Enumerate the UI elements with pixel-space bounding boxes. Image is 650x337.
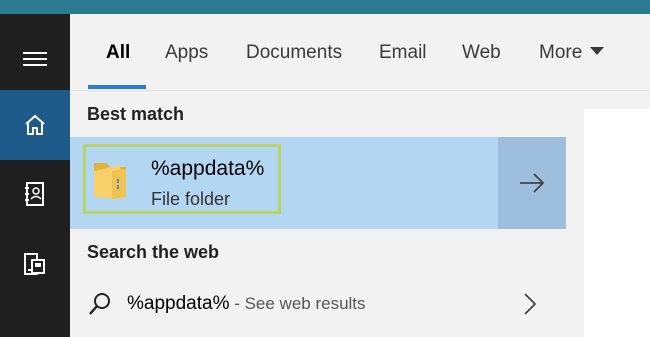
best-match-header: Best match <box>87 104 185 124</box>
best-match-result[interactable]: %appdata% File folder <box>70 137 498 229</box>
devices-icon <box>24 253 45 275</box>
search-web-header: Search the web <box>87 242 220 262</box>
open-result-arrow-button[interactable] <box>498 137 566 229</box>
tab-more-label: More <box>539 42 583 63</box>
home-button[interactable] <box>0 90 70 160</box>
preview-card <box>584 109 650 337</box>
web-results-suffix: - See web results <box>229 294 366 313</box>
hamburger-menu-icon <box>23 52 47 66</box>
tab-email[interactable]: Email <box>379 42 427 64</box>
left-nav-rail <box>0 14 70 337</box>
web-search-result[interactable]: %appdata% - See web results <box>70 281 566 331</box>
results-list: Best match %appdata% File folder Search … <box>70 91 566 337</box>
arrow-right-icon <box>520 173 545 193</box>
notebook-icon <box>25 182 44 206</box>
tab-all[interactable]: All <box>106 42 130 64</box>
tab-apps[interactable]: Apps <box>165 42 208 64</box>
web-query-text: %appdata% <box>127 293 230 314</box>
devices-button[interactable] <box>0 234 70 294</box>
notebook-button[interactable] <box>0 164 70 224</box>
tab-more[interactable]: More <box>539 42 605 64</box>
active-tab-indicator <box>88 85 146 89</box>
tab-web[interactable]: Web <box>462 42 501 64</box>
folder-icon <box>94 163 126 199</box>
web-search-query: %appdata% - See web results <box>127 293 366 315</box>
window-top-strip <box>0 0 650 14</box>
chevron-right-icon <box>524 293 537 315</box>
filter-tabs: All Apps Documents Email Web More <box>70 14 650 91</box>
home-icon <box>25 114 45 135</box>
tab-documents[interactable]: Documents <box>246 42 342 64</box>
search-panel: All Apps Documents Email Web More Best m… <box>70 14 650 337</box>
search-icon <box>89 293 110 315</box>
best-match-title: %appdata% <box>151 157 265 180</box>
chevron-down-icon <box>590 47 605 55</box>
hamburger-menu-button[interactable] <box>0 28 70 90</box>
preview-pane <box>566 91 650 337</box>
best-match-type: File folder <box>151 189 231 209</box>
